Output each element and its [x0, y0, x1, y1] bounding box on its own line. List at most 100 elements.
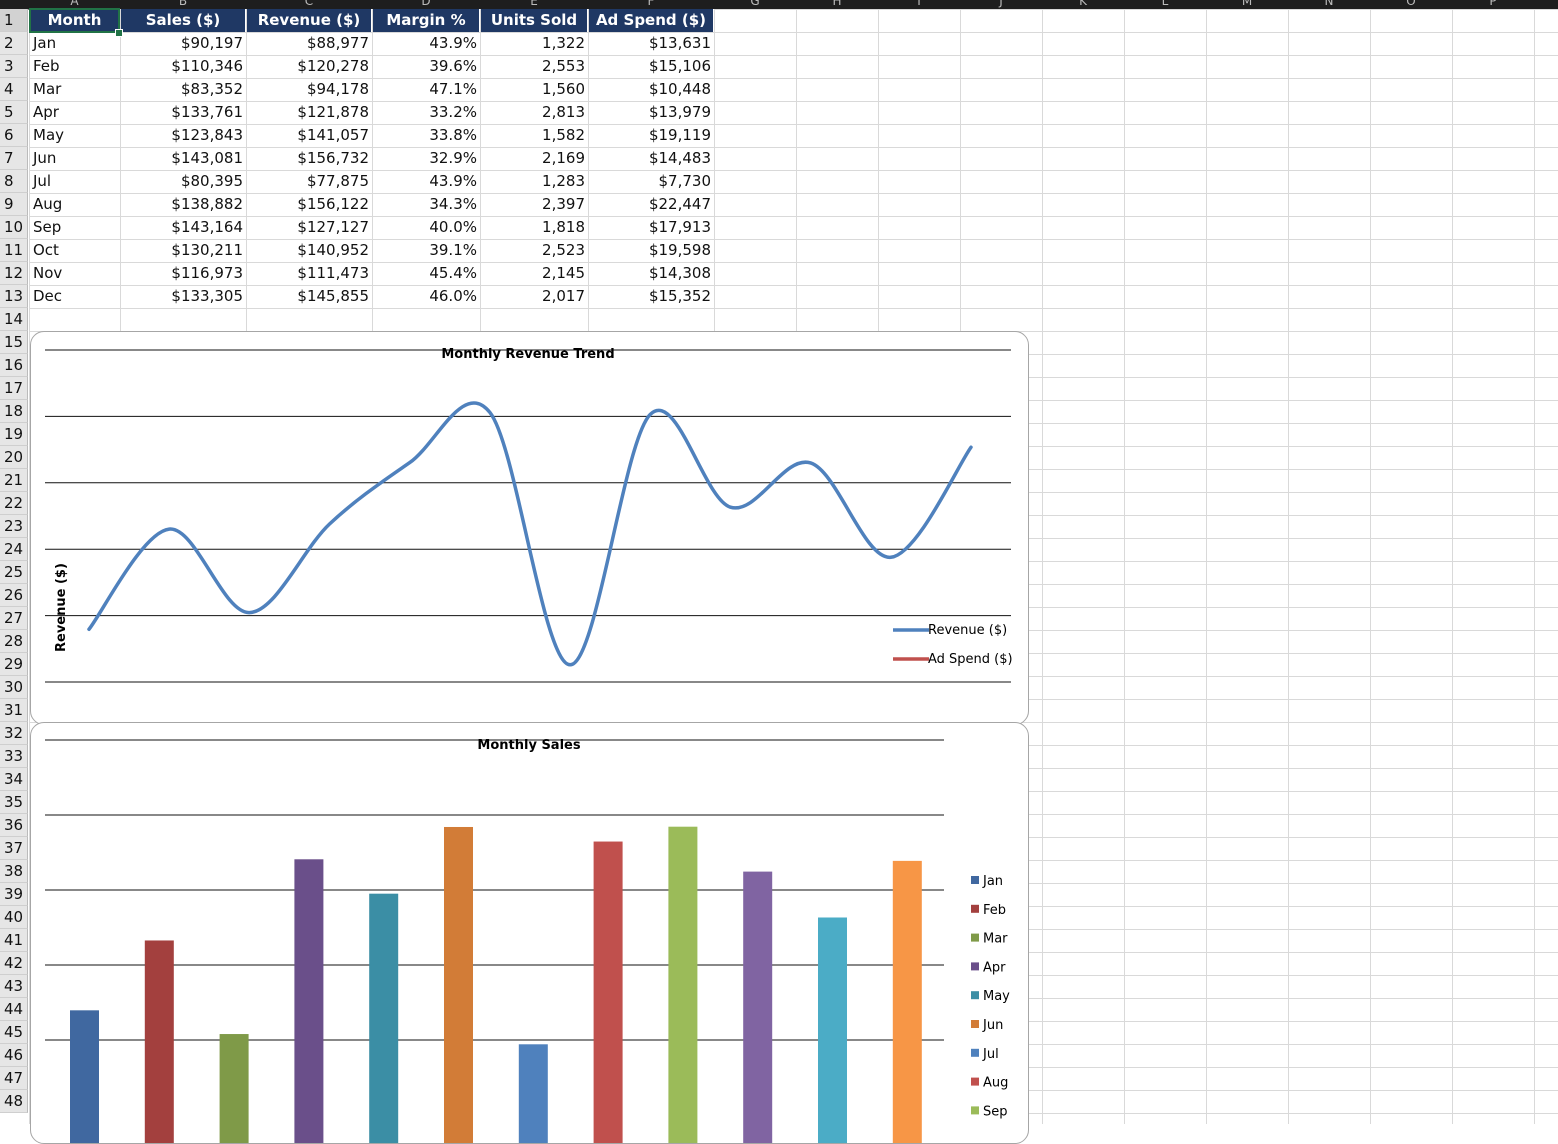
row-header-37[interactable]: 37: [0, 837, 28, 860]
table-cell[interactable]: $140,952: [247, 239, 372, 262]
table-cell[interactable]: $143,164: [121, 216, 246, 239]
column-header-f[interactable]: F: [588, 0, 714, 8]
table-cell[interactable]: $22,447: [589, 193, 714, 216]
row-header-31[interactable]: 31: [0, 699, 28, 722]
table-cell[interactable]: 1,818: [481, 216, 588, 239]
table-cell[interactable]: $90,197: [121, 32, 246, 55]
column-header-l[interactable]: L: [1124, 0, 1206, 8]
row-header-44[interactable]: 44: [0, 998, 28, 1021]
column-header-e[interactable]: E: [480, 0, 588, 8]
table-cell[interactable]: Apr: [30, 101, 120, 124]
table-cell[interactable]: $14,308: [589, 262, 714, 285]
column-header-g[interactable]: G: [714, 0, 796, 8]
row-header-41[interactable]: 41: [0, 929, 28, 952]
table-cell[interactable]: Jan: [30, 32, 120, 55]
table-cell[interactable]: 2,523: [481, 239, 588, 262]
header-cell[interactable]: Sales ($): [121, 9, 246, 32]
column-header-m[interactable]: M: [1206, 0, 1288, 8]
table-cell[interactable]: $130,211: [121, 239, 246, 262]
row-header-7[interactable]: 7: [0, 147, 28, 170]
row-header-42[interactable]: 42: [0, 952, 28, 975]
table-cell[interactable]: $14,483: [589, 147, 714, 170]
table-cell[interactable]: Feb: [30, 55, 120, 78]
table-cell[interactable]: 33.2%: [373, 101, 480, 124]
table-cell[interactable]: 1,322: [481, 32, 588, 55]
table-cell[interactable]: $15,106: [589, 55, 714, 78]
table-cell[interactable]: $15,352: [589, 285, 714, 308]
table-cell[interactable]: Jul: [30, 170, 120, 193]
row-header-8[interactable]: 8: [0, 170, 28, 193]
table-cell[interactable]: $141,057: [247, 124, 372, 147]
row-header-28[interactable]: 28: [0, 630, 28, 653]
row-header-9[interactable]: 9: [0, 193, 28, 216]
row-header-4[interactable]: 4: [0, 78, 28, 101]
row-header-10[interactable]: 10: [0, 216, 28, 239]
table-cell[interactable]: $121,878: [247, 101, 372, 124]
active-cell-selection[interactable]: [29, 8, 120, 33]
table-cell[interactable]: $156,732: [247, 147, 372, 170]
table-cell[interactable]: Dec: [30, 285, 120, 308]
table-cell[interactable]: 2,169: [481, 147, 588, 170]
column-header-h[interactable]: H: [796, 0, 878, 8]
table-cell[interactable]: $7,730: [589, 170, 714, 193]
row-header-36[interactable]: 36: [0, 814, 28, 837]
row-header-26[interactable]: 26: [0, 584, 28, 607]
header-cell[interactable]: Units Sold: [481, 9, 588, 32]
table-cell[interactable]: 40.0%: [373, 216, 480, 239]
table-cell[interactable]: Aug: [30, 193, 120, 216]
table-cell[interactable]: $133,305: [121, 285, 246, 308]
row-header-30[interactable]: 30: [0, 676, 28, 699]
column-header-n[interactable]: N: [1288, 0, 1370, 8]
row-header-48[interactable]: 48: [0, 1090, 28, 1113]
table-cell[interactable]: $10,448: [589, 78, 714, 101]
table-cell[interactable]: $19,598: [589, 239, 714, 262]
header-cell[interactable]: Ad Spend ($): [589, 9, 714, 32]
table-cell[interactable]: 1,560: [481, 78, 588, 101]
table-cell[interactable]: $13,979: [589, 101, 714, 124]
table-cell[interactable]: 2,145: [481, 262, 588, 285]
row-header-12[interactable]: 12: [0, 262, 28, 285]
table-cell[interactable]: 32.9%: [373, 147, 480, 170]
table-cell[interactable]: $111,473: [247, 262, 372, 285]
table-cell[interactable]: Sep: [30, 216, 120, 239]
column-header-i[interactable]: I: [878, 0, 960, 8]
table-cell[interactable]: $17,913: [589, 216, 714, 239]
row-header-43[interactable]: 43: [0, 975, 28, 998]
row-header-40[interactable]: 40: [0, 906, 28, 929]
table-cell[interactable]: 39.6%: [373, 55, 480, 78]
table-cell[interactable]: May: [30, 124, 120, 147]
row-header-2[interactable]: 2: [0, 32, 28, 55]
table-cell[interactable]: Oct: [30, 239, 120, 262]
table-cell[interactable]: 2,553: [481, 55, 588, 78]
row-header-34[interactable]: 34: [0, 768, 28, 791]
table-cell[interactable]: $88,977: [247, 32, 372, 55]
table-cell[interactable]: $127,127: [247, 216, 372, 239]
row-header-16[interactable]: 16: [0, 354, 28, 377]
row-header-11[interactable]: 11: [0, 239, 28, 262]
row-header-23[interactable]: 23: [0, 515, 28, 538]
row-header-5[interactable]: 5: [0, 101, 28, 124]
table-cell[interactable]: $133,761: [121, 101, 246, 124]
fill-handle[interactable]: [115, 29, 123, 37]
row-header-22[interactable]: 22: [0, 492, 28, 515]
line-chart-monthly-revenue[interactable]: Monthly Revenue TrendRevenue ($)Revenue …: [30, 331, 1029, 725]
table-cell[interactable]: $120,278: [247, 55, 372, 78]
row-header-18[interactable]: 18: [0, 400, 28, 423]
row-header-33[interactable]: 33: [0, 745, 28, 768]
column-header-k[interactable]: K: [1042, 0, 1124, 8]
table-cell[interactable]: 45.4%: [373, 262, 480, 285]
table-cell[interactable]: $94,178: [247, 78, 372, 101]
table-cell[interactable]: $123,843: [121, 124, 246, 147]
table-cell[interactable]: $145,855: [247, 285, 372, 308]
column-header-j[interactable]: J: [960, 0, 1042, 8]
table-cell[interactable]: 33.8%: [373, 124, 480, 147]
row-header-13[interactable]: 13: [0, 285, 28, 308]
column-header-d[interactable]: D: [372, 0, 480, 8]
row-header-39[interactable]: 39: [0, 883, 28, 906]
table-cell[interactable]: $156,122: [247, 193, 372, 216]
column-header-a[interactable]: A: [29, 0, 120, 8]
table-cell[interactable]: 2,397: [481, 193, 588, 216]
row-header-6[interactable]: 6: [0, 124, 28, 147]
table-cell[interactable]: Mar: [30, 78, 120, 101]
table-cell[interactable]: 43.9%: [373, 170, 480, 193]
